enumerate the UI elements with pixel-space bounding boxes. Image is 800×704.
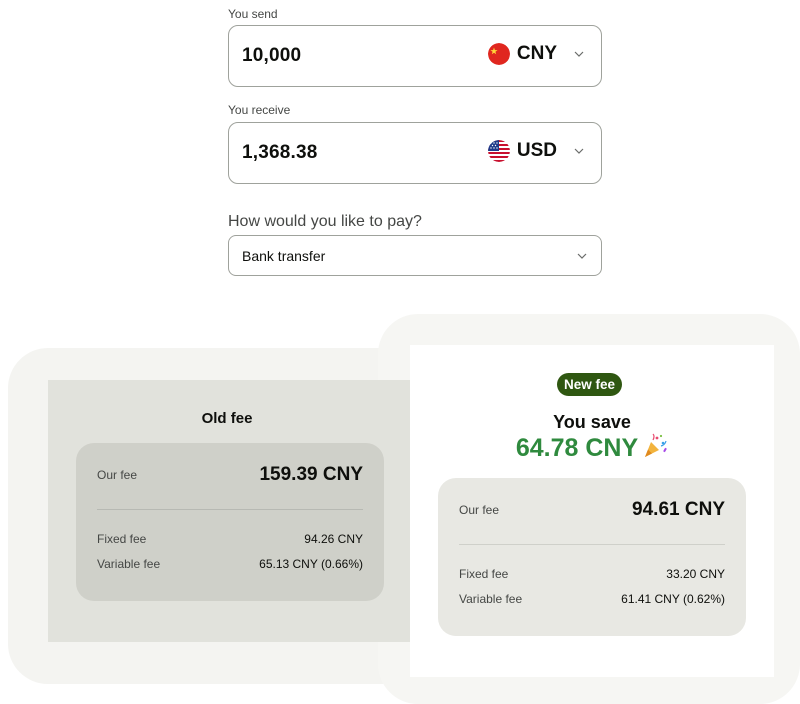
variable-fee-value: 61.41 CNY (0.62%) bbox=[621, 592, 725, 606]
send-currency-selector[interactable]: CNY bbox=[487, 43, 585, 65]
fixed-fee-value: 33.20 CNY bbox=[666, 567, 725, 581]
us-flag-icon bbox=[487, 140, 510, 162]
fixed-fee-value: 94.26 CNY bbox=[304, 532, 363, 546]
payment-method-label: How would you like to pay? bbox=[228, 213, 422, 230]
payment-method-select[interactable]: Bank transfer bbox=[228, 235, 602, 276]
send-amount-field[interactable]: 10,000 CNY bbox=[228, 25, 602, 87]
you-save-title: You save bbox=[553, 412, 631, 432]
receive-amount-field[interactable]: 1,368.38 USD bbox=[228, 122, 602, 184]
variable-fee-value: 65.13 CNY (0.66%) bbox=[259, 557, 363, 571]
our-fee-value: 159.39 CNY bbox=[259, 464, 363, 485]
new-fee-breakdown: Our fee 94.61 CNY Fixed fee 33.20 CNY Va… bbox=[438, 478, 746, 636]
send-amount-input[interactable]: 10,000 bbox=[242, 45, 301, 67]
divider bbox=[459, 544, 725, 545]
party-popper-icon bbox=[645, 433, 668, 457]
send-label: You send bbox=[228, 7, 278, 21]
our-fee-label: Our fee bbox=[97, 468, 138, 482]
send-currency-code: CNY bbox=[516, 43, 557, 64]
china-flag-icon bbox=[487, 43, 510, 65]
chevron-down-icon bbox=[574, 148, 584, 154]
savings-amount-row: 64.78 CNY bbox=[410, 433, 774, 463]
new-fee-badge: New fee bbox=[557, 373, 623, 396]
fixed-fee-label: Fixed fee bbox=[459, 567, 509, 581]
chevron-down-icon bbox=[577, 253, 587, 259]
savings-amount: 64.78 CNY bbox=[515, 434, 639, 462]
divider bbox=[97, 509, 363, 510]
fixed-fee-label: Fixed fee bbox=[97, 532, 147, 546]
chevron-down-icon bbox=[574, 51, 584, 57]
receive-label: You receive bbox=[228, 103, 291, 117]
receive-amount-input[interactable]: 1,368.38 bbox=[242, 142, 318, 164]
old-fee-breakdown: Our fee 159.39 CNY Fixed fee 94.26 CNY V… bbox=[76, 443, 384, 601]
variable-fee-label: Variable fee bbox=[459, 592, 523, 606]
our-fee-label: Our fee bbox=[459, 503, 500, 517]
old-fee-card: Old fee Our fee 159.39 CNY Fixed fee 94.… bbox=[48, 380, 418, 642]
old-fee-title: Old fee bbox=[201, 410, 253, 427]
receive-currency-code: USD bbox=[516, 140, 557, 161]
payment-method-value: Bank transfer bbox=[242, 248, 326, 264]
variable-fee-label: Variable fee bbox=[97, 557, 161, 571]
receive-currency-selector[interactable]: USD bbox=[487, 140, 585, 162]
new-fee-card: New fee You save 64.78 CNY Our fee 94.61… bbox=[410, 345, 774, 677]
our-fee-value: 94.61 CNY bbox=[632, 499, 725, 520]
